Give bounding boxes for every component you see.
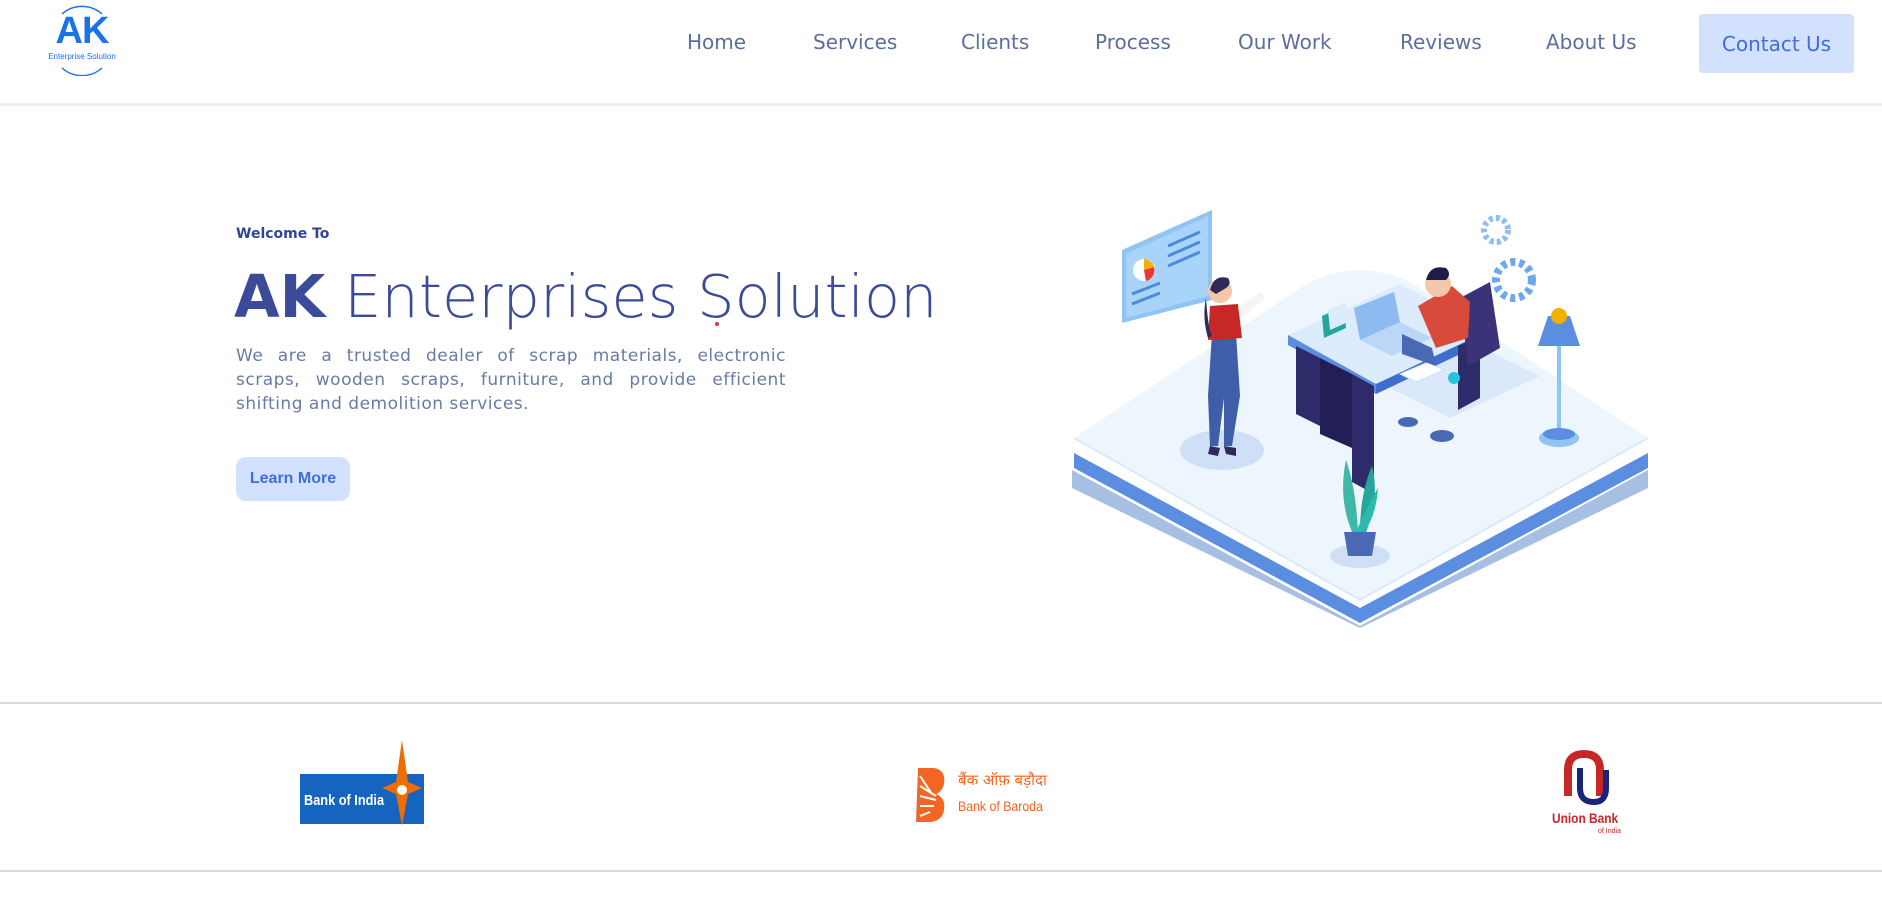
office-desk-illustration-icon: [1072, 210, 1649, 628]
nav-clients[interactable]: Clients: [961, 30, 1029, 54]
hero-description: We are a trusted dealer of scrap materia…: [236, 346, 786, 414]
nav-about-us[interactable]: About Us: [1546, 30, 1637, 54]
learn-more-button[interactable]: Learn More: [236, 457, 350, 501]
site-header: AK Enterprise Solution Home Services Cli…: [0, 0, 1882, 106]
bank-of-baroda-label: Bank of Baroda: [958, 798, 1043, 814]
hero-title-bold: AK: [234, 262, 326, 331]
clients-band: Bank of India बैंक ऑफ़ बड़ौदा Bank of Ba…: [0, 702, 1882, 872]
union-bank-label: Union Bank: [1552, 810, 1619, 826]
nav-process[interactable]: Process: [1095, 30, 1171, 54]
cursor-dot: [715, 322, 719, 326]
union-bank-u-icon: [1564, 749, 1609, 806]
nav-our-work[interactable]: Our Work: [1238, 30, 1332, 54]
bank-of-baroda-sunburst-icon: [916, 768, 945, 822]
nav-home[interactable]: Home: [687, 30, 746, 54]
bank-of-india-label: Bank of India: [304, 792, 385, 809]
hero-title: AK Enterprises Solution: [234, 262, 938, 331]
client-logo-bank-of-baroda: बैंक ऑफ़ बड़ौदा Bank of Baroda: [912, 766, 1047, 826]
client-logo-bank-of-india: Bank of India: [298, 738, 426, 828]
bank-of-baroda-hindi-label: बैंक ऑफ़ बड़ौदा: [958, 771, 1047, 789]
client-logo-union-bank: Union Bank of India: [1550, 748, 1621, 848]
bank-of-india-star-icon: [300, 740, 424, 826]
union-bank-sub-label: of India: [1598, 828, 1621, 835]
contact-us-button[interactable]: Contact Us: [1699, 14, 1854, 73]
main-nav: Home Services Clients Process Our Work R…: [0, 0, 1882, 88]
nav-services[interactable]: Services: [813, 30, 897, 54]
welcome-label: Welcome To: [236, 226, 330, 242]
nav-reviews[interactable]: Reviews: [1400, 30, 1482, 54]
hero-title-light: Enterprises Solution: [344, 262, 938, 331]
